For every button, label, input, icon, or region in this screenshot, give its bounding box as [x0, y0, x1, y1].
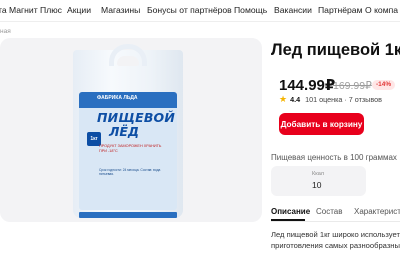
package-word-pishchevoy: ПИЩЕВОЙ	[97, 110, 176, 125]
tab-characteristics[interactable]: Характеристи	[354, 207, 400, 216]
old-price: 169.99₽	[333, 80, 372, 92]
nav-item-partner-bonuses[interactable]: Бонусы от партнёров	[147, 5, 232, 15]
package-word-led: ЛЁД	[109, 124, 140, 139]
tabs-divider	[271, 221, 400, 222]
package-label: ФАБРИКА ЛЬДА ПИЩЕВОЙ ЛЁД 1кг ПРОДУКТ ЗАМ…	[79, 92, 177, 210]
breadcrumb[interactable]: ная	[0, 28, 11, 35]
description-line-1: Лед пищевой 1кг широко используется	[271, 230, 400, 239]
package-brand-text: ФАБРИКА ЛЬДА	[97, 95, 138, 101]
top-nav: та Магнит Плюс Акции Магазины Бонусы от …	[0, 0, 400, 20]
bag-bottom-strip	[79, 212, 177, 218]
nutrition-title: Пищевая ценность в 100 граммах	[271, 153, 397, 162]
discount-badge: -14%	[372, 80, 396, 90]
product-image: ФАБРИКА ЛЬДА ПИЩЕВОЙ ЛЁД 1кг ПРОДУКТ ЗАМ…	[73, 44, 183, 220]
nav-divider	[0, 21, 400, 22]
tab-composition[interactable]: Состав	[316, 207, 343, 216]
nav-item-help[interactable]: Помощь	[234, 5, 267, 15]
rating-row[interactable]: ★ 4.4 101 оценка · 7 отзывов	[279, 94, 382, 105]
nav-item-magnit-plus[interactable]: та Магнит Плюс	[0, 5, 62, 15]
package-info: Срок годности: 24 месяца. Состав: вода п…	[99, 168, 161, 177]
kcal-value: 10	[312, 180, 322, 190]
package-label-top: ФАБРИКА ЛЬДА	[79, 92, 177, 108]
package-warning: ПРОДУКТ ЗАМОРОЖЕН ХРАНИТЬ ПРИ -18°С	[99, 144, 162, 153]
nav-item-promotions[interactable]: Акции	[67, 5, 91, 15]
kcal-label: Ккал	[312, 171, 324, 177]
bag-handle-hole	[117, 56, 139, 66]
tab-description[interactable]: Описание	[271, 207, 310, 216]
nav-item-vacancies[interactable]: Вакансии	[274, 5, 312, 15]
add-to-cart-button[interactable]: Добавить в корзину	[279, 113, 364, 135]
star-icon: ★	[279, 94, 288, 104]
product-title: Лед пищевой 1кг	[271, 41, 400, 59]
nav-item-stores[interactable]: Магазины	[101, 5, 140, 15]
rating-value: 4.4	[290, 95, 301, 104]
nav-item-about[interactable]: О компа	[365, 5, 398, 15]
product-description: Лед пищевой 1кг широко используется приг…	[271, 230, 400, 251]
reviews-count[interactable]: 101 оценка · 7 отзывов	[305, 95, 382, 104]
current-price: 144.99₽	[279, 77, 336, 94]
description-line-2: приготовления самых разнообразных	[271, 240, 400, 250]
nav-item-partners[interactable]: Партнёрам	[318, 5, 362, 15]
